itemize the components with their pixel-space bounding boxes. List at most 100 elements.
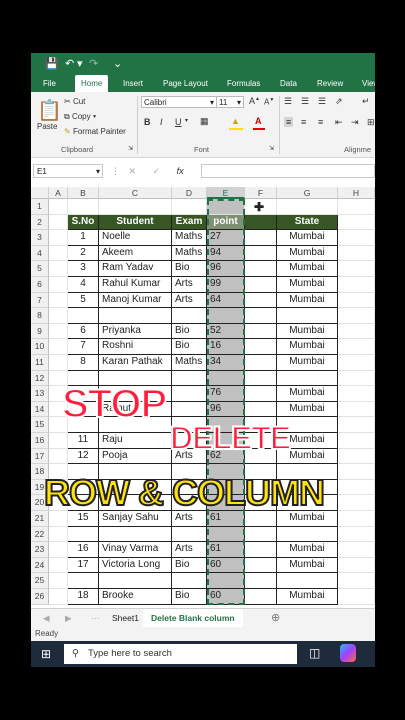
- cell-h20[interactable]: [338, 495, 375, 511]
- tab-view[interactable]: View: [362, 75, 375, 92]
- cell-c22[interactable]: [99, 526, 172, 543]
- cell-g1[interactable]: [277, 199, 338, 215]
- cancel-icon[interactable]: ✕: [129, 166, 137, 176]
- font-size-combo[interactable]: 11 ▾: [216, 96, 244, 108]
- column-header-g[interactable]: G: [277, 187, 338, 199]
- column-header-e[interactable]: E: [207, 187, 245, 199]
- grow-font-button[interactable]: A▲: [249, 96, 260, 106]
- cell-f14[interactable]: [245, 401, 277, 418]
- cell-f10[interactable]: [245, 339, 277, 355]
- row-header[interactable]: 22: [31, 526, 49, 543]
- cell-f2[interactable]: [245, 214, 277, 231]
- add-sheet-icon[interactable]: ⊕: [271, 609, 280, 627]
- enter-icon[interactable]: ✓: [153, 166, 161, 176]
- cell-a4[interactable]: [49, 245, 68, 262]
- cell-b1[interactable]: [68, 199, 99, 215]
- cell-h9[interactable]: [338, 323, 375, 340]
- cell-f22[interactable]: [245, 526, 277, 543]
- cell-c25[interactable]: [99, 573, 172, 589]
- cell-h8[interactable]: [338, 308, 375, 324]
- cell-c7[interactable]: Manoj Kumar: [99, 292, 172, 309]
- cell-b24[interactable]: 17: [68, 557, 99, 574]
- cell-d4[interactable]: Maths: [172, 245, 207, 262]
- cell-b11[interactable]: 8: [68, 355, 99, 371]
- cell-g9[interactable]: Mumbai: [277, 323, 338, 340]
- insert-function-button[interactable]: fx: [177, 166, 184, 176]
- column-header-c[interactable]: C: [99, 187, 172, 199]
- underline-button[interactable]: U: [175, 117, 182, 127]
- cell-d1[interactable]: [172, 199, 207, 215]
- align-middle-icon[interactable]: ☰: [301, 96, 309, 107]
- cell-c3[interactable]: Noelle: [99, 230, 172, 246]
- cell-e24[interactable]: 60: [207, 557, 245, 574]
- row-header[interactable]: 1: [31, 199, 49, 215]
- bold-button[interactable]: B: [144, 117, 151, 127]
- row-header[interactable]: 4: [31, 245, 49, 262]
- cell-c4[interactable]: Akeem: [99, 245, 172, 262]
- cell-c11[interactable]: Karan Pathak: [99, 355, 172, 371]
- row-header[interactable]: 26: [31, 589, 49, 605]
- cell-g14[interactable]: Mumbai: [277, 401, 338, 418]
- column-header-b[interactable]: B: [68, 187, 99, 199]
- cell-g2[interactable]: State: [277, 214, 338, 231]
- row-header[interactable]: 25: [31, 573, 49, 589]
- cell-e7[interactable]: 64: [207, 292, 245, 309]
- cell-d25[interactable]: [172, 573, 207, 589]
- cell-g3[interactable]: Mumbai: [277, 230, 338, 246]
- italic-button[interactable]: I: [160, 117, 163, 127]
- cell-g22[interactable]: [277, 526, 338, 543]
- cell-h19[interactable]: [338, 479, 375, 496]
- row-header[interactable]: 6: [31, 277, 49, 293]
- cell-a22[interactable]: [49, 526, 68, 543]
- cell-g8[interactable]: [277, 308, 338, 324]
- tab-file[interactable]: File: [43, 75, 56, 92]
- prev-sheet-icon[interactable]: ◀: [43, 609, 50, 627]
- orientation-icon[interactable]: ⇗: [335, 96, 343, 107]
- cell-c1[interactable]: [99, 199, 172, 215]
- cell-e13[interactable]: 76: [207, 386, 245, 402]
- cell-d14[interactable]: [172, 401, 207, 418]
- cell-b7[interactable]: 5: [68, 292, 99, 309]
- cell-f11[interactable]: [245, 355, 277, 371]
- cell-d26[interactable]: Bio: [172, 589, 207, 605]
- cell-d6[interactable]: Arts: [172, 277, 207, 293]
- cell-b17[interactable]: 12: [68, 448, 99, 465]
- cell-b16[interactable]: 11: [68, 433, 99, 449]
- cell-a24[interactable]: [49, 557, 68, 574]
- cell-h13[interactable]: [338, 386, 375, 402]
- cell-g13[interactable]: Mumbai: [277, 386, 338, 402]
- row-header[interactable]: 16: [31, 433, 49, 449]
- font-name-combo[interactable]: Calibri ▾: [141, 96, 217, 108]
- cell-d3[interactable]: Maths: [172, 230, 207, 246]
- cell-h2[interactable]: [338, 214, 375, 231]
- save-icon[interactable]: 💾: [45, 57, 59, 70]
- column-header-h[interactable]: H: [338, 187, 375, 199]
- cell-c17[interactable]: Pooja: [99, 448, 172, 465]
- cell-h15[interactable]: [338, 417, 375, 433]
- cell-d10[interactable]: Bio: [172, 339, 207, 355]
- row-header[interactable]: 7: [31, 292, 49, 309]
- row-header[interactable]: 17: [31, 448, 49, 465]
- cell-e9[interactable]: 52: [207, 323, 245, 340]
- cell-h12[interactable]: [338, 370, 375, 387]
- row-header[interactable]: 10: [31, 339, 49, 355]
- cell-g4[interactable]: Mumbai: [277, 245, 338, 262]
- row-header[interactable]: 5: [31, 261, 49, 277]
- cell-g12[interactable]: [277, 370, 338, 387]
- cell-e14[interactable]: 96: [207, 401, 245, 418]
- dialog-launcher-icon[interactable]: ⇲: [269, 145, 274, 152]
- undo-icon[interactable]: ↶: [65, 57, 74, 70]
- cell-g24[interactable]: Mumbai: [277, 557, 338, 574]
- cell-c23[interactable]: Vinay Varma: [99, 542, 172, 558]
- cell-d5[interactable]: Bio: [172, 261, 207, 277]
- cell-e23[interactable]: 61: [207, 542, 245, 558]
- sheet-tab-sheet1[interactable]: Sheet1: [106, 609, 145, 627]
- cell-a16[interactable]: [49, 433, 68, 449]
- cell-b10[interactable]: 7: [68, 339, 99, 355]
- align-bottom-icon[interactable]: ☰: [318, 96, 326, 107]
- row-header[interactable]: 12: [31, 370, 49, 387]
- cell-c16[interactable]: Raju: [99, 433, 172, 449]
- windows-start-icon[interactable]: ⊞: [41, 647, 51, 661]
- align-center-icon[interactable]: ≡: [301, 117, 306, 127]
- tab-review[interactable]: Review: [317, 75, 343, 92]
